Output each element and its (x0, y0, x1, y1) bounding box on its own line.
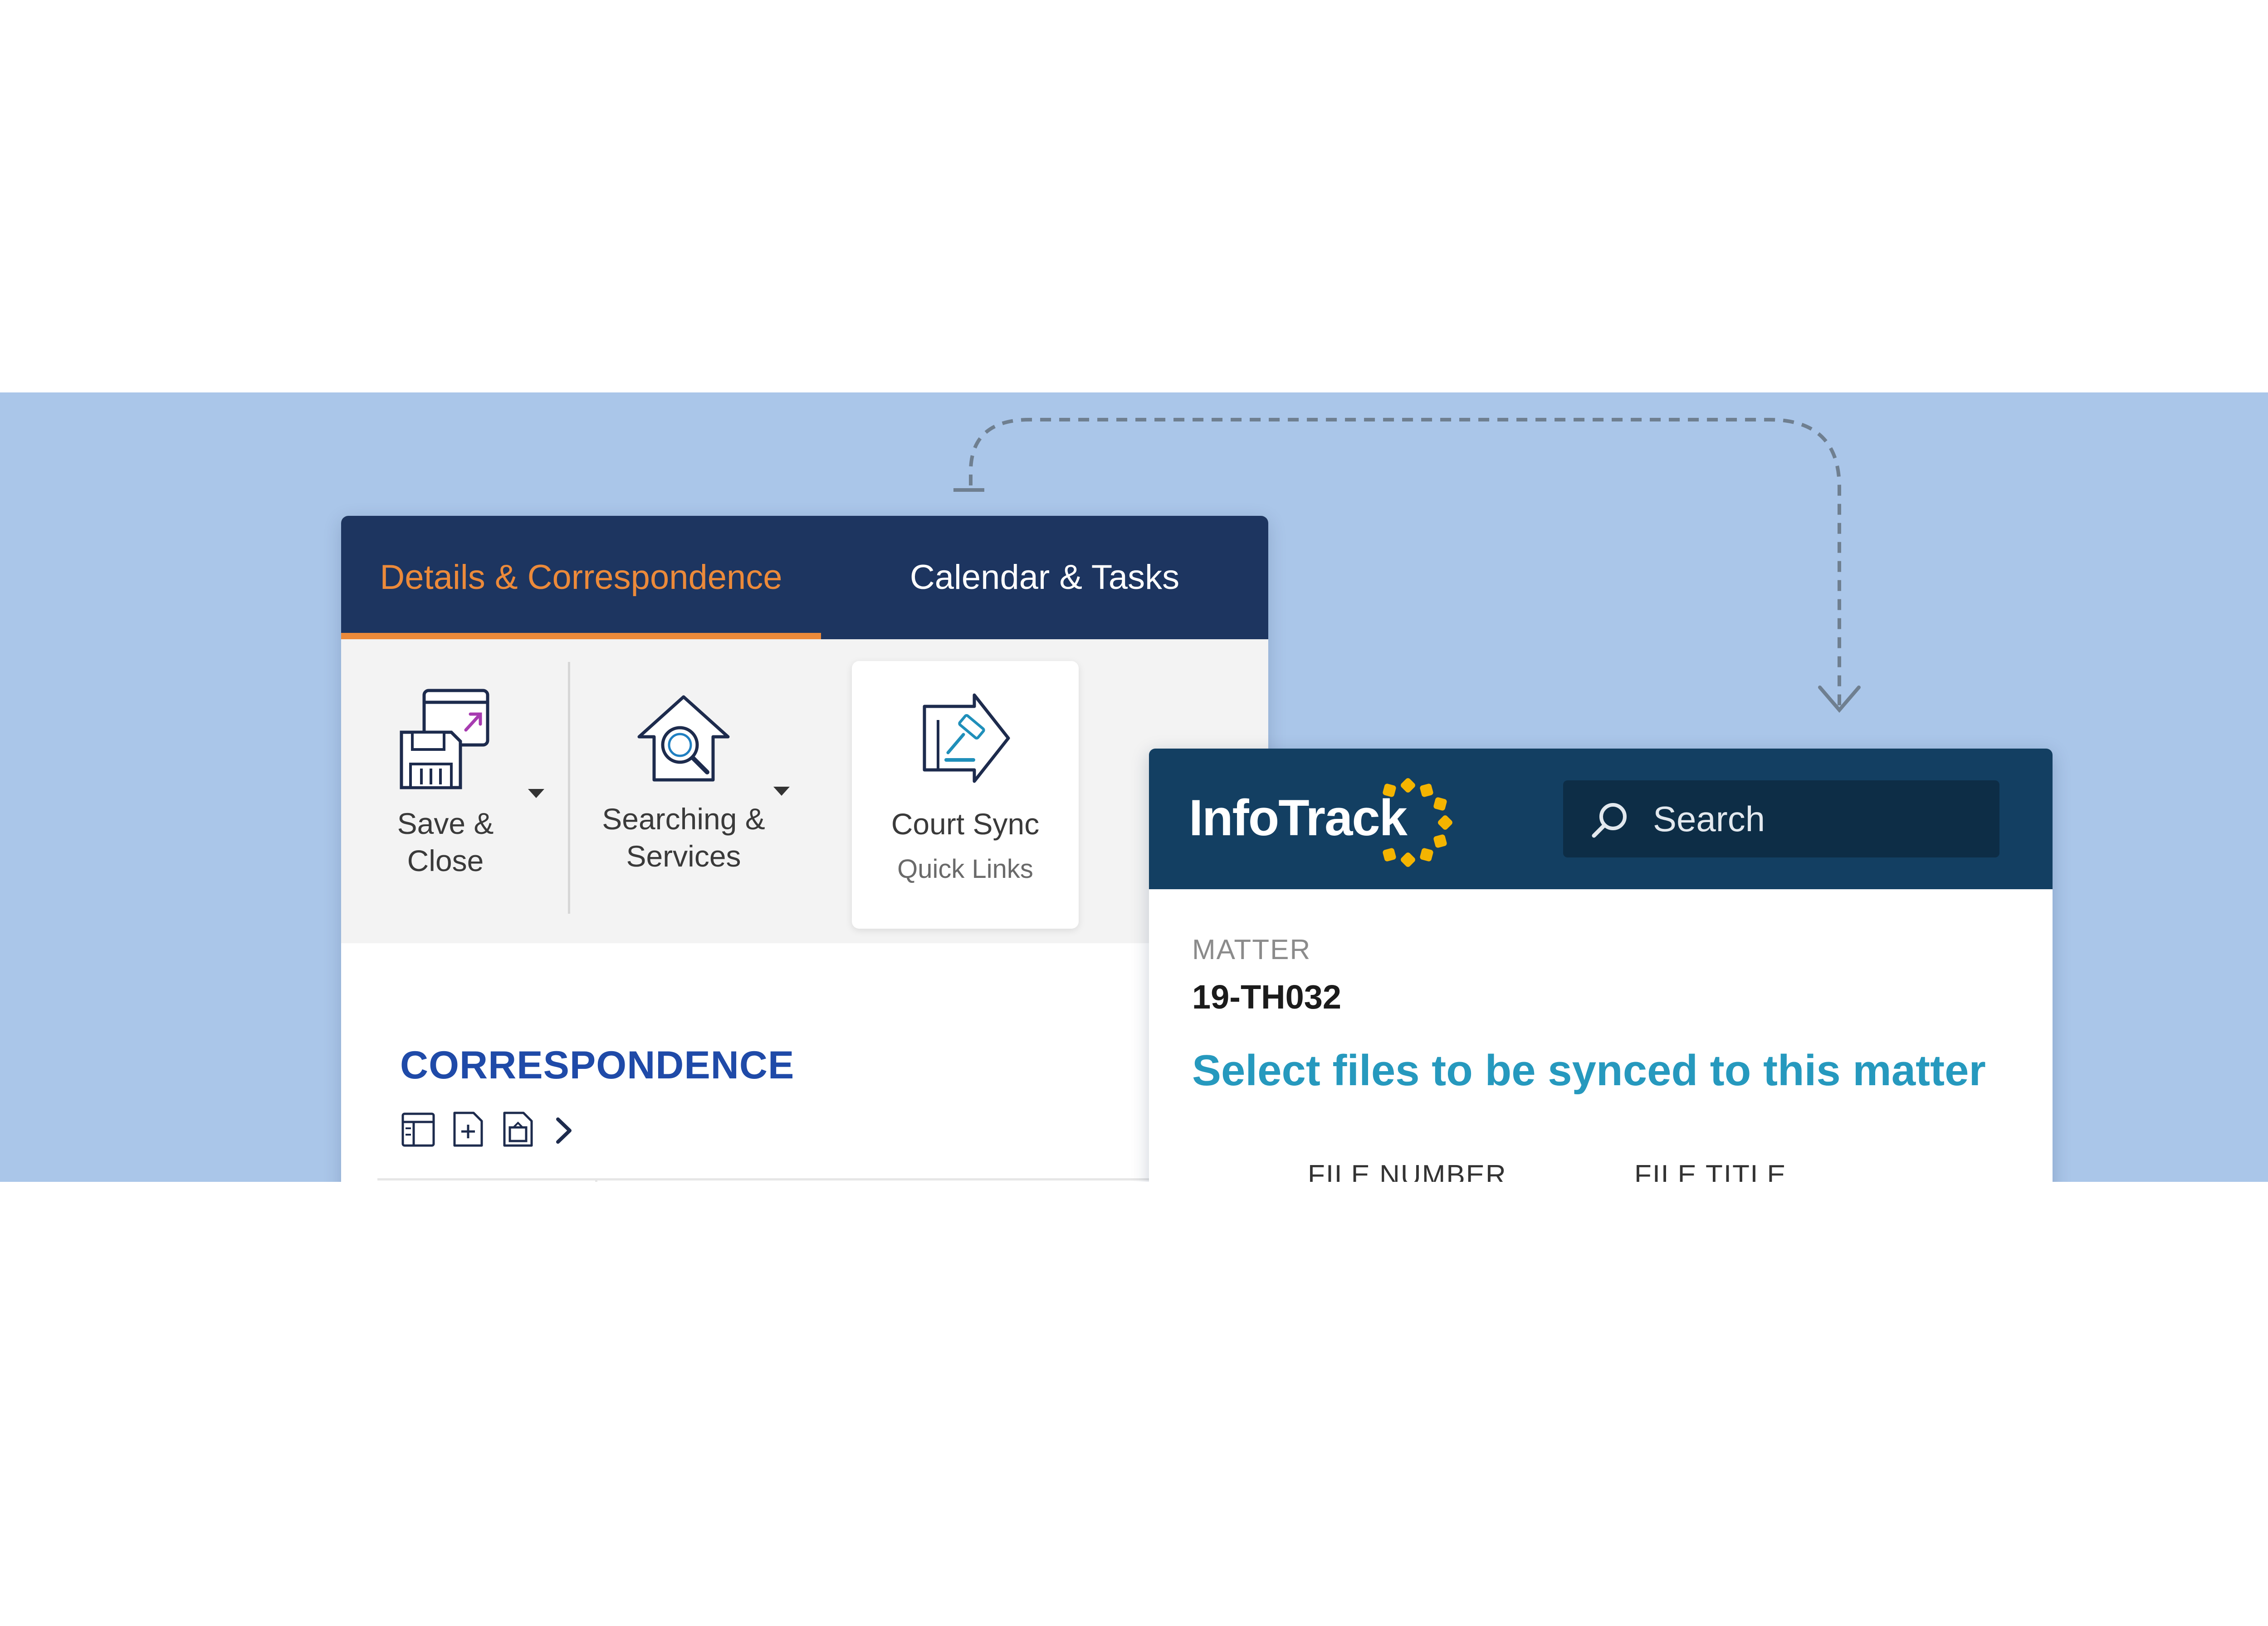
hero-band: Details & Correspondence Calendar & Task… (0, 392, 2268, 1182)
correspondence-heading: CORRESPONDENCE (400, 1043, 795, 1087)
chevron-right-icon[interactable] (550, 1116, 577, 1146)
court-sync-button[interactable]: Court Sync Quick Links (852, 693, 1079, 885)
searching-dropdown-caret[interactable] (773, 787, 790, 796)
app-window: Details & Correspondence Calendar & Task… (341, 516, 1268, 1182)
export-document-icon[interactable] (500, 1110, 536, 1148)
column-header-file-number[interactable]: FILE NUMBER (1308, 1159, 1507, 1182)
infotrack-header: InfoTrack Search (1149, 749, 2053, 889)
panel-layout-icon[interactable] (400, 1110, 436, 1148)
divider (377, 1178, 1268, 1180)
search-input[interactable]: Search (1563, 780, 1999, 857)
court-sync-card[interactable]: Court Sync Quick Links (852, 661, 1079, 929)
searching-services-button[interactable]: Searching & Services (586, 691, 781, 875)
logo-dot (1433, 797, 1447, 811)
matter-value: 19-TH032 (1192, 978, 1342, 1016)
court-sync-icon (923, 693, 1010, 783)
tab-details-correspondence[interactable]: Details & Correspondence (341, 516, 821, 639)
column-header-file-title[interactable]: FILE TITLE (1634, 1159, 1787, 1182)
searching-label-line1: Searching & (602, 802, 765, 836)
column-divider (595, 1180, 597, 1182)
logo-dot (1401, 852, 1415, 867)
matter-label: MATTER (1192, 934, 1311, 965)
logo-dot (1420, 848, 1433, 862)
save-close-icon (400, 689, 489, 789)
ribbon-separator (568, 662, 570, 914)
add-document-icon[interactable] (450, 1110, 486, 1148)
save-close-button[interactable]: Save & Close (373, 687, 518, 879)
logo-dot (1438, 815, 1452, 830)
save-dropdown-caret[interactable] (528, 789, 544, 798)
search-icon (1592, 803, 1627, 838)
tab-calendar-tasks[interactable]: Calendar & Tasks (821, 516, 1268, 639)
logo-dot (1401, 778, 1415, 793)
save-label-line2: Close (407, 844, 484, 877)
quick-links-label: Quick Links (897, 854, 1033, 884)
ribbon-toolbar: Save & Close Searching & Services Court … (341, 639, 1268, 943)
infotrack-logo-dots-icon (1383, 778, 1452, 867)
logo-dot (1420, 784, 1433, 797)
save-label-line1: Save & (397, 807, 494, 840)
sync-heading: Select files to be synced to this matter (1192, 1046, 1986, 1095)
searching-services-icon (637, 695, 730, 782)
searching-label-line2: Services (626, 839, 741, 873)
tab-bar: Details & Correspondence Calendar & Task… (341, 516, 1268, 639)
logo-dot (1383, 848, 1396, 862)
court-sync-label: Court Sync (891, 807, 1040, 841)
logo-dot (1383, 784, 1396, 797)
search-placeholder: Search (1653, 799, 1765, 839)
infotrack-panel: InfoTrack Search MATTER 19-TH032 Select … (1149, 749, 2053, 1182)
logo-dot (1433, 834, 1447, 848)
